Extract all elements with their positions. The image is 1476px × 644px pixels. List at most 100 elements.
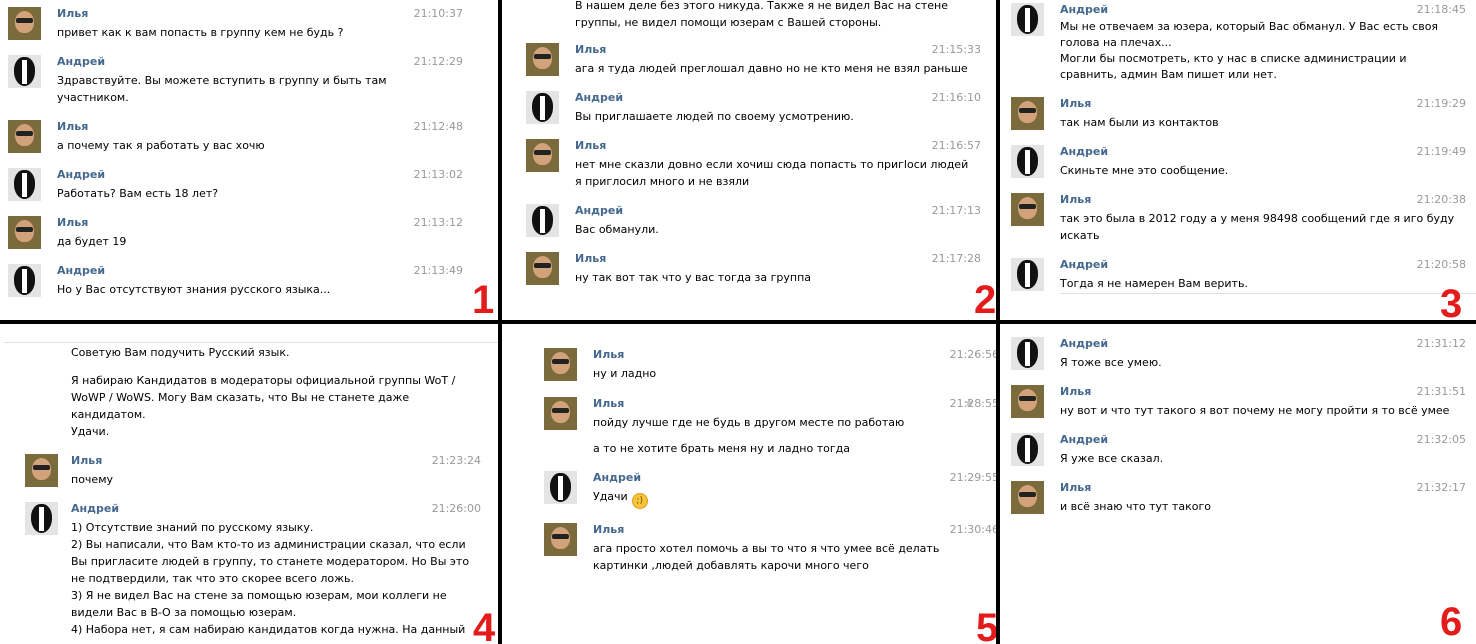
author-name[interactable]: Андрей xyxy=(57,168,463,182)
message-text-body: Удачи xyxy=(593,490,628,503)
message-time: 21:20:38 xyxy=(1416,193,1466,206)
message-time: 21:30:46 xyxy=(949,523,996,536)
message-text: так нам были из контактов xyxy=(1060,116,1219,129)
message-text: Но у Вас отсутствуют знания русского язы… xyxy=(57,283,331,296)
message: Илья ★ 21:28:55 пойду лучше где не будь … xyxy=(544,397,996,457)
avatar[interactable] xyxy=(526,204,559,237)
avatar[interactable] xyxy=(1011,258,1044,291)
message-text: привет как к вам попасть в группу кем не… xyxy=(57,26,344,39)
avatar[interactable] xyxy=(526,43,559,76)
message-text: Работать? Вам есть 18 лет? xyxy=(57,187,219,200)
message-time: 21:20:58 xyxy=(1416,258,1466,271)
message-text: ну и ладно xyxy=(593,367,657,380)
avatar[interactable] xyxy=(1011,145,1044,178)
panel-number: 3 xyxy=(1440,282,1463,320)
message: Андрей 21:13:02 Работать? Вам есть 18 ле… xyxy=(8,168,463,202)
avatar[interactable] xyxy=(1011,385,1044,418)
message: Илья 21:23:24 почему xyxy=(25,454,481,488)
message-time: 21:17:28 xyxy=(931,252,981,265)
author-name[interactable]: Илья xyxy=(593,348,996,362)
avatar[interactable] xyxy=(1011,97,1044,130)
avatar[interactable] xyxy=(526,252,559,285)
avatar[interactable] xyxy=(8,7,41,40)
author-name[interactable]: Андрей xyxy=(71,502,481,516)
panel-1: Илья 21:10:37 привет как к вам попасть в… xyxy=(0,0,498,320)
avatar[interactable] xyxy=(25,454,58,487)
author-name[interactable]: Илья xyxy=(57,120,463,134)
avatar[interactable] xyxy=(8,264,41,297)
message-time: 21:32:05 xyxy=(1416,433,1466,446)
avatar[interactable] xyxy=(544,471,577,504)
message-text: Вас обманули. xyxy=(575,223,659,236)
author-name[interactable]: Илья xyxy=(1060,97,1466,111)
avatar[interactable] xyxy=(544,397,577,430)
message-time: 21:28:55 xyxy=(949,397,996,410)
message: Илья 21:16:57 нет мне сказли довно если … xyxy=(526,139,981,190)
message-time: 21:13:02 xyxy=(413,168,463,181)
author-name[interactable]: Илья xyxy=(593,523,996,537)
author-name[interactable]: Илья xyxy=(1060,385,1466,399)
author-name[interactable]: Илья xyxy=(575,139,981,153)
panel-number: 5 xyxy=(976,606,996,644)
message: Андрей 21:17:13 Вас обманули. xyxy=(526,204,981,238)
author-name[interactable]: Илья xyxy=(57,7,463,21)
avatar[interactable] xyxy=(1011,481,1044,514)
avatar[interactable] xyxy=(1011,433,1044,466)
author-name[interactable]: Андрей xyxy=(1060,145,1466,159)
author-name[interactable]: Андрей xyxy=(57,55,463,69)
message: Илья 21:15:33 ага я туда людей преглошал… xyxy=(526,43,981,77)
author-name[interactable]: Илья xyxy=(71,454,481,468)
message-text: Тогда я не намерен Вам верить. xyxy=(1060,277,1248,290)
avatar[interactable] xyxy=(544,348,577,381)
message: Андрей 21:13:49 Но у Вас отсутствуют зна… xyxy=(8,264,463,298)
message: Андрей 21:32:05 Я уже все сказал. xyxy=(1011,433,1466,467)
message: Илья 21:32:17 и всё знаю что тут такого xyxy=(1011,481,1466,515)
avatar[interactable] xyxy=(544,523,577,556)
message-time: 21:15:33 xyxy=(931,43,981,56)
author-name[interactable]: Илья xyxy=(1060,193,1466,207)
wink-smiley-icon: ;) xyxy=(631,493,648,509)
divider xyxy=(1060,293,1476,294)
panel-4: Советую Вам подучить Русский язык. Я наб… xyxy=(0,324,498,644)
avatar[interactable] xyxy=(526,139,559,172)
message-continuation: В нашем деле без этого никуда. Также я н… xyxy=(575,0,949,29)
divider xyxy=(4,342,498,343)
panel-number: 1 xyxy=(472,278,495,320)
author-name[interactable]: Андрей xyxy=(575,204,981,218)
author-name[interactable]: Андрей xyxy=(1060,3,1466,17)
author-name[interactable]: Андрей xyxy=(593,471,996,485)
author-name[interactable]: Илья xyxy=(575,43,981,57)
message: Илья 21:13:12 да будет 19 xyxy=(8,216,463,250)
avatar[interactable] xyxy=(1011,3,1044,36)
avatar[interactable] xyxy=(1011,193,1044,226)
avatar[interactable] xyxy=(1011,337,1044,370)
author-name[interactable]: Илья xyxy=(1060,481,1466,495)
avatar[interactable] xyxy=(25,502,58,535)
author-name[interactable]: Андрей xyxy=(57,264,463,278)
avatar[interactable] xyxy=(526,91,559,124)
message: Андрей 21:18:45 Мы не отвечаем за юзера,… xyxy=(1011,3,1466,83)
author-name[interactable]: Илья xyxy=(593,397,996,411)
message: Андрей 21:19:49 Скиньте мне это сообщени… xyxy=(1011,145,1466,179)
author-name[interactable]: Андрей xyxy=(1060,433,1466,447)
avatar[interactable] xyxy=(8,120,41,153)
message-text: ага просто хотел помочь а вы то что я чт… xyxy=(593,542,940,572)
avatar[interactable] xyxy=(8,216,41,249)
author-name[interactable]: Андрей xyxy=(1060,258,1466,272)
author-name[interactable]: Андрей xyxy=(575,91,981,105)
message-time: 21:26:56 xyxy=(949,348,996,361)
message-time: 21:12:48 xyxy=(413,120,463,133)
panel-number: 4 xyxy=(473,606,496,644)
message-text: Вы приглашаете людей по своему усмотрени… xyxy=(575,110,854,123)
message-time: 21:17:13 xyxy=(931,204,981,217)
avatar[interactable] xyxy=(8,168,41,201)
author-name[interactable]: Илья xyxy=(57,216,463,230)
message-text: пойду лучше где не будь в другом месте п… xyxy=(593,416,905,429)
author-name[interactable]: Андрей xyxy=(1060,337,1466,351)
author-name[interactable]: Илья xyxy=(575,252,981,266)
message-text: нет мне сказли довно если хочиш сюда поп… xyxy=(575,158,969,188)
message-text: ну так вот так что у вас тогда за группа xyxy=(575,271,812,284)
message: Илья 21:10:37 привет как к вам попасть в… xyxy=(8,7,463,41)
avatar[interactable] xyxy=(8,55,41,88)
message-time: 21:31:12 xyxy=(1416,337,1466,350)
